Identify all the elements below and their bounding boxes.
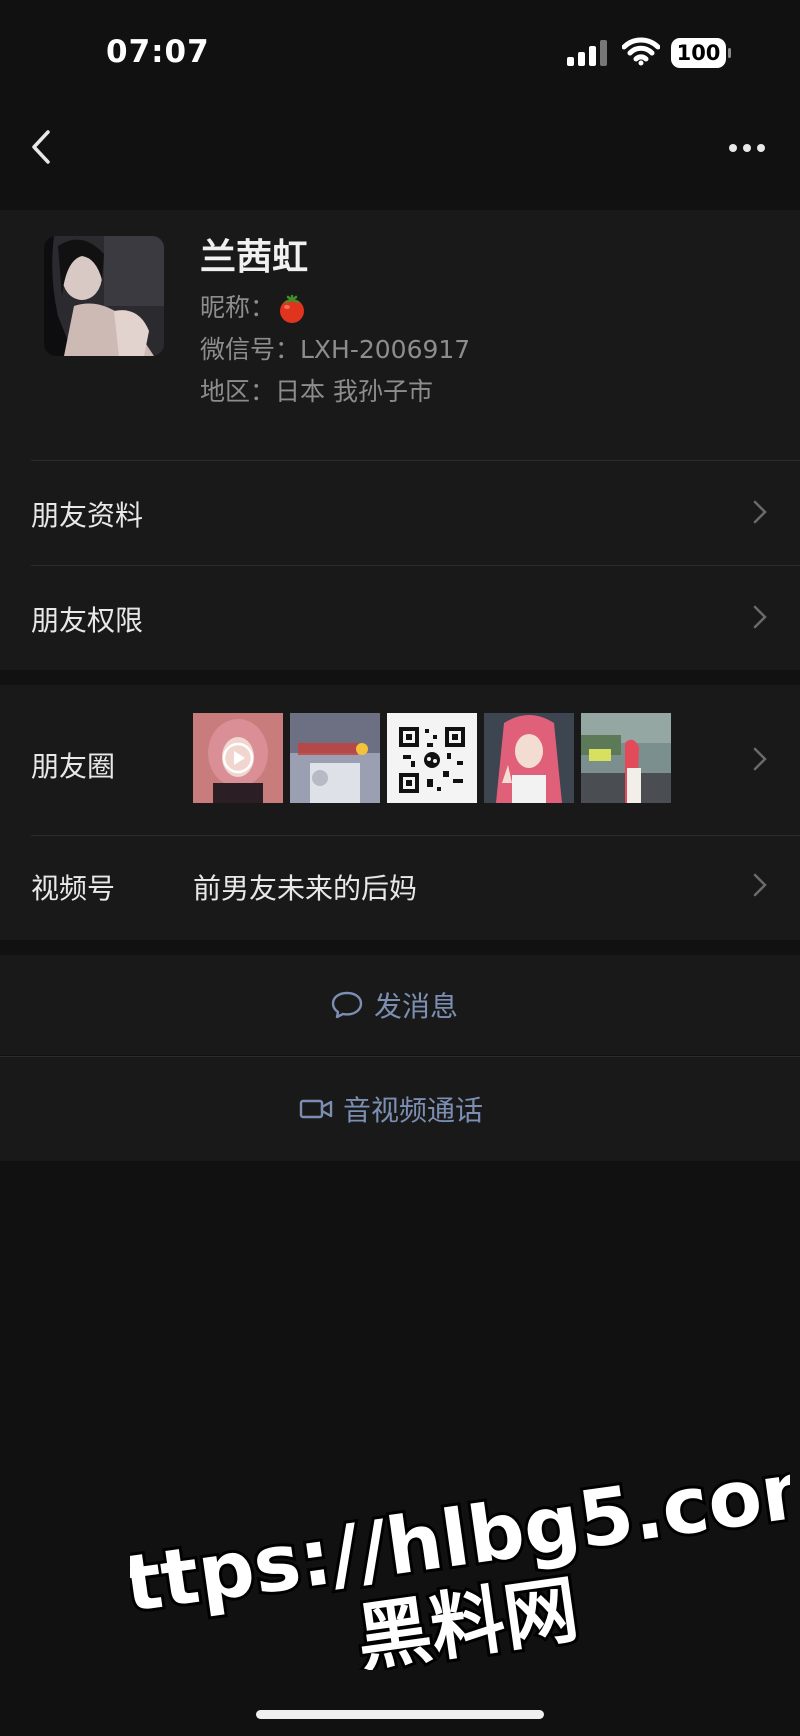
moments-label: 朋友圈	[31, 750, 116, 783]
tomato-icon	[280, 294, 305, 323]
channels-value: 前男友未来的后妈	[193, 872, 418, 905]
moments-thumbnail	[484, 713, 574, 803]
moments-thumbnail	[290, 713, 380, 803]
send-message-label: 发消息	[374, 990, 459, 1023]
moments-thumbnails	[193, 713, 673, 803]
status-time: 07:07	[106, 34, 210, 70]
video-camera-icon	[299, 1099, 333, 1118]
battery-level: 100	[671, 38, 726, 68]
chevron-right-icon	[753, 500, 767, 524]
avatar[interactable]	[44, 236, 164, 356]
chevron-right-icon	[753, 873, 767, 897]
nickname-line: 昵称：	[200, 288, 307, 324]
avatar-photo	[44, 236, 164, 356]
friend-permissions-row[interactable]: 朋友权限	[0, 565, 800, 670]
battery-icon: 100	[671, 38, 731, 68]
nickname-label: 昵称：	[200, 293, 276, 322]
friend-info-label: 朋友资料	[31, 499, 144, 532]
moments-thumbnail-qr	[387, 713, 477, 803]
voice-video-call-label: 音视频通话	[343, 1093, 484, 1127]
chevron-right-icon	[753, 747, 767, 771]
friend-permissions-label: 朋友权限	[31, 604, 144, 637]
channels-label: 视频号	[31, 872, 116, 905]
profile-card: 兰茜虹 昵称： 微信号：LXH-2006917 地区：日本 我孙子市	[0, 210, 800, 460]
status-bar: 07:07 100	[0, 0, 800, 110]
back-button[interactable]	[22, 122, 62, 172]
wifi-icon	[622, 37, 660, 66]
more-options-icon[interactable]	[724, 130, 770, 166]
contact-name: 兰茜虹	[200, 237, 309, 278]
channels-row[interactable]: 视频号 前男友未来的后妈	[0, 835, 800, 940]
friend-info-row[interactable]: 朋友资料	[0, 460, 800, 565]
home-indicator[interactable]	[256, 1710, 544, 1719]
send-message-button[interactable]: 发消息	[0, 955, 800, 1055]
wechat-id: 微信号：LXH-2006917	[200, 335, 471, 364]
nav-bar	[0, 110, 800, 210]
moments-row[interactable]: 朋友圈	[0, 685, 800, 835]
chevron-right-icon	[753, 605, 767, 629]
moments-thumbnail-video	[193, 713, 283, 803]
voice-video-call-button[interactable]: 音视频通话	[0, 1056, 800, 1161]
watermark: https://hlbg5.com 黑料网	[130, 1470, 790, 1670]
cellular-signal-icon	[567, 40, 607, 66]
chat-bubble-icon	[331, 991, 363, 1019]
region: 地区：日本 我孙子市	[200, 377, 433, 406]
moments-thumbnail	[581, 713, 671, 803]
